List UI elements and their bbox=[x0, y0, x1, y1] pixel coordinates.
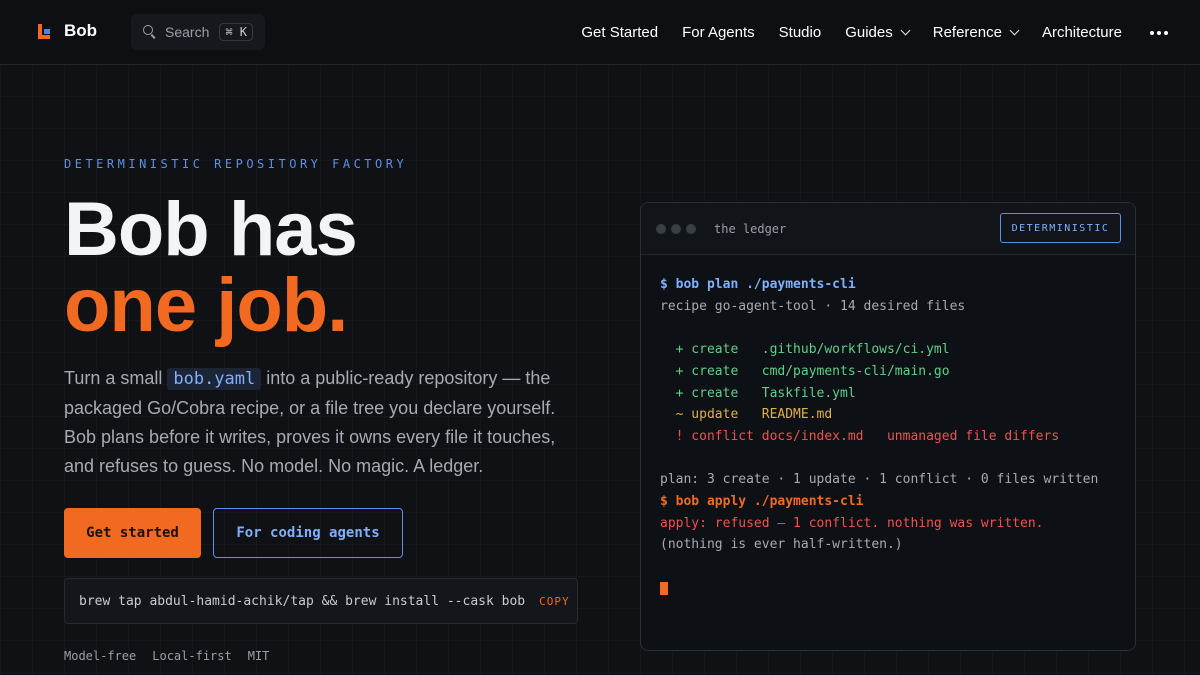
install-command-box: brew tap abdul-hamid-achik/tap && brew i… bbox=[64, 578, 578, 624]
window-dots-icon bbox=[656, 224, 696, 234]
terminal-plan-summary: recipe go-agent-tool · 14 desired files bbox=[660, 298, 966, 314]
get-started-button[interactable]: Get started bbox=[64, 508, 201, 558]
terminal-footnote: (nothing is ever half-written.) bbox=[660, 537, 903, 553]
for-coding-agents-button[interactable]: For coding agents bbox=[213, 508, 403, 558]
feature-tags: Model-free Local-first MIT bbox=[64, 649, 269, 663]
hero-eyebrow: DETERMINISTIC REPOSITORY FACTORY bbox=[64, 157, 408, 171]
nav-link-reference[interactable]: Reference bbox=[933, 24, 1020, 41]
nav-link-studio[interactable]: Studio bbox=[779, 24, 822, 41]
bob-logo-icon bbox=[36, 21, 52, 41]
terminal-op-line: + create .github/workflows/ci.yml bbox=[660, 342, 950, 358]
search-icon bbox=[143, 25, 157, 39]
terminal-op-line: + create cmd/payments-cli/main.go bbox=[660, 363, 950, 379]
nav-link-guides[interactable]: Guides bbox=[845, 24, 911, 41]
brand-logo[interactable]: Bob bbox=[36, 21, 97, 41]
hero-title: Bob has one job. bbox=[64, 187, 358, 348]
terminal-command-apply: $ bob apply ./payments-cli bbox=[660, 494, 864, 510]
terminal-plan-result: plan: 3 create · 1 update · 1 conflict ·… bbox=[660, 472, 1099, 488]
terminal-window: the ledger DETERMINISTIC $ bob plan ./pa… bbox=[640, 202, 1136, 651]
copy-button[interactable]: COPY bbox=[539, 595, 570, 608]
hero-description: Turn a small bob.yaml into a public-read… bbox=[64, 368, 556, 476]
more-menu-button[interactable] bbox=[1146, 30, 1168, 35]
terminal-header: the ledger DETERMINISTIC bbox=[641, 203, 1135, 255]
nav-link-for-agents[interactable]: For Agents bbox=[682, 24, 755, 41]
terminal-output: $ bob plan ./payments-cli recipe go-agen… bbox=[641, 255, 1135, 619]
terminal-op-line: ! conflict docs/index.md unmanaged file … bbox=[660, 428, 1060, 444]
terminal-apply-result: apply: refused — 1 conflict. nothing was… bbox=[660, 515, 1044, 531]
terminal-title: the ledger bbox=[714, 222, 787, 236]
nav-links: Get Started For Agents Studio Guides Ref… bbox=[581, 0, 1168, 65]
terminal-op-line: ~ update README.md bbox=[660, 407, 833, 423]
inline-code: bob.yaml bbox=[167, 368, 262, 390]
more-horizontal-icon bbox=[1150, 30, 1168, 35]
search-shortcut: ⌘ K bbox=[219, 23, 254, 41]
search-label: Search bbox=[165, 24, 210, 40]
brand-name: Bob bbox=[64, 21, 98, 40]
install-command: brew tap abdul-hamid-achik/tap && brew i… bbox=[79, 593, 526, 609]
tag-model-free: Model-free bbox=[64, 649, 137, 663]
terminal-op-line: + create Taskfile.yml bbox=[660, 385, 856, 401]
terminal-cursor bbox=[660, 581, 668, 595]
nav-link-architecture[interactable]: Architecture bbox=[1042, 24, 1122, 41]
hero-title-line2: one job. bbox=[64, 263, 348, 348]
nav-link-get-started[interactable]: Get Started bbox=[581, 24, 658, 41]
terminal-command-plan: $ bob plan ./payments-cli bbox=[660, 277, 856, 292]
tag-local-first: Local-first bbox=[152, 649, 232, 663]
chevron-down-icon bbox=[1009, 25, 1020, 36]
hero-title-line1: Bob has bbox=[64, 187, 358, 272]
top-nav: Bob Search ⌘ K Get Started For Agents St… bbox=[0, 0, 1200, 65]
tag-license: MIT bbox=[247, 649, 270, 663]
search-button[interactable]: Search ⌘ K bbox=[131, 14, 265, 50]
chevron-down-icon bbox=[900, 25, 911, 36]
deterministic-badge: DETERMINISTIC bbox=[1000, 213, 1121, 243]
